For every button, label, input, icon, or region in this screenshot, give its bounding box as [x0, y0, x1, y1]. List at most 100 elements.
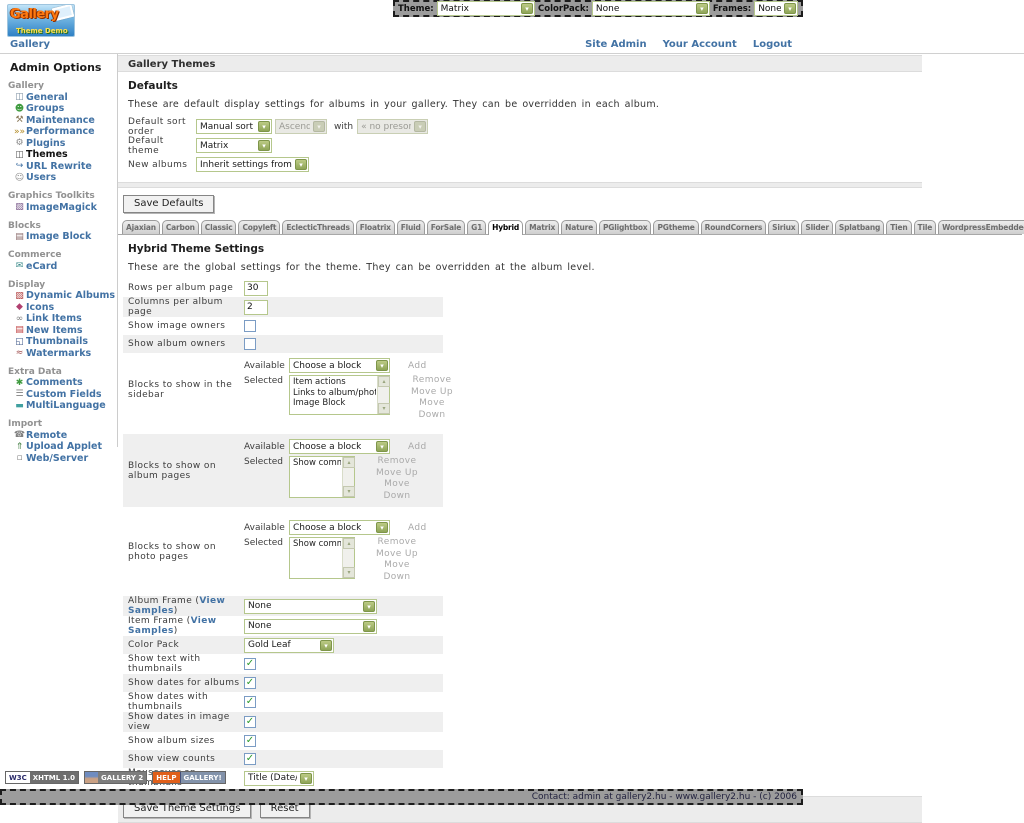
show-text-thumbs-checkbox[interactable]: ✓ — [244, 658, 256, 670]
rows-per-page-input[interactable] — [244, 281, 268, 296]
new-albums-label: New albums — [128, 160, 196, 170]
sidebar-item-maintenance[interactable]: ⚒Maintenance — [0, 115, 117, 127]
tab-splatbang[interactable]: Splatbang — [835, 220, 884, 234]
blocks-sidebar-selected-list[interactable]: Item actionsLinks to album/photo peersIm… — [289, 375, 390, 415]
sidebar-item-dynamic-albums[interactable]: ▧Dynamic Albums — [0, 291, 117, 303]
show-image-owners-checkbox[interactable] — [244, 320, 256, 332]
sidebar-item-new-items[interactable]: ▤New Items — [0, 325, 117, 337]
help-gallery-badge[interactable]: HELP GALLERY! — [152, 771, 225, 784]
sidebar-item-plugins[interactable]: ⚙Plugins — [0, 138, 117, 150]
scroll-down-icon[interactable]: ▾ — [343, 486, 355, 497]
tab-eclecticthreads[interactable]: EclecticThreads — [282, 220, 353, 234]
sidebar-item-performance[interactable]: »»Performance — [0, 127, 117, 139]
sidebar-item-icons[interactable]: ◆Icons — [0, 302, 117, 314]
tab-roundcorners[interactable]: RoundCorners — [701, 220, 767, 234]
sidebar-item-web-server[interactable]: ▫Web/Server — [0, 453, 117, 465]
color-pack-select[interactable]: Gold Leaf ▾ — [244, 638, 334, 653]
tab-slider[interactable]: Slider — [801, 220, 833, 234]
show-dates-thumbs-checkbox[interactable]: ✓ — [244, 696, 256, 708]
tab-tile[interactable]: Tile — [914, 220, 937, 234]
tab-matrix[interactable]: Matrix — [525, 220, 559, 234]
tab-pgtheme[interactable]: PGtheme — [653, 220, 698, 234]
sidebar-item-general[interactable]: ◫General — [0, 92, 117, 104]
tab-copyleft[interactable]: Copyleft — [238, 220, 280, 234]
sidebar-item-image-block[interactable]: ▤Image Block — [0, 232, 117, 244]
mouseover-select[interactable]: Title (Date/Time) ▾ — [244, 771, 314, 786]
color-pack-label: Color Pack — [123, 640, 244, 650]
tab-tien[interactable]: Tien — [886, 220, 911, 234]
tab-wordpressembedded[interactable]: WordpressEmbedded — [938, 220, 1024, 234]
list-option[interactable]: Show comments — [291, 458, 341, 469]
tab-nature[interactable]: Nature — [561, 220, 597, 234]
sidebar-item-watermarks[interactable]: ≈Watermarks — [0, 348, 117, 360]
gallery-logo[interactable]: Gallery Theme Demo — [7, 4, 75, 37]
list-option[interactable]: Show comments — [291, 539, 341, 550]
sort-order-select[interactable]: Manual sort order ▾ — [196, 119, 272, 134]
scroll-up-icon[interactable]: ▴ — [378, 376, 390, 387]
default-theme-select[interactable]: Matrix ▾ — [196, 138, 272, 153]
save-defaults-button[interactable]: Save Defaults — [123, 195, 214, 213]
gallery2-badge[interactable]: GALLERY 2 — [84, 771, 147, 784]
w3c-xhtml-badge[interactable]: W3C XHTML 1.0 — [5, 771, 79, 784]
tab-fluid[interactable]: Fluid — [397, 220, 425, 234]
tab-ajaxian[interactable]: Ajaxian — [122, 220, 160, 234]
scrollbar[interactable]: ▴ ▾ — [342, 538, 354, 578]
show-view-counts-checkbox[interactable]: ✓ — [244, 753, 256, 765]
blocks-photo-selected-list[interactable]: Show comments ▴ ▾ — [289, 537, 355, 579]
sidebar-item-ecard[interactable]: ✉eCard — [0, 261, 117, 273]
tab-carbon[interactable]: Carbon — [162, 220, 199, 234]
sidebar-item-upload-applet[interactable]: ⇑Upload Applet — [0, 442, 117, 454]
show-dates-image-checkbox[interactable]: ✓ — [244, 716, 256, 728]
header-link[interactable]: Site Admin — [585, 39, 647, 50]
blocks-album-selected-list[interactable]: Show comments ▴ ▾ — [289, 456, 355, 498]
blocks-album-available-select[interactable]: Choose a block ▾ — [289, 439, 390, 454]
breadcrumb-gallery-link[interactable]: Gallery — [10, 39, 50, 50]
list-option[interactable]: Item actions — [291, 377, 376, 388]
sidebar-item-users[interactable]: ☺Users — [0, 173, 117, 185]
sidebar-item-remote[interactable]: ☎Remote — [0, 430, 117, 442]
tab-pglightbox[interactable]: PGlightbox — [599, 220, 651, 234]
scroll-down-icon[interactable]: ▾ — [343, 567, 355, 578]
scroll-up-icon[interactable]: ▴ — [343, 457, 355, 468]
tab-g1[interactable]: G1 — [467, 220, 486, 234]
scrollbar[interactable]: ▴ ▾ — [342, 457, 354, 497]
image-block-icon: ▤ — [13, 232, 26, 242]
sidebar-item-link-items[interactable]: ∞Link Items — [0, 314, 117, 326]
list-option[interactable]: Image Block — [291, 398, 376, 409]
sidebar-item-custom-fields[interactable]: ☰Custom Fields — [0, 389, 117, 401]
sidebar-item-imagemagick[interactable]: ▨ImageMagick — [0, 202, 117, 214]
scroll-down-icon[interactable]: ▾ — [378, 403, 390, 414]
cols-per-page-input[interactable] — [244, 300, 268, 315]
theme-select[interactable]: Matrix ▾ — [437, 1, 535, 16]
frames-select[interactable]: None ▾ — [754, 1, 798, 16]
header-link[interactable]: Your Account — [663, 39, 737, 50]
show-dates-albums-checkbox[interactable]: ✓ — [244, 677, 256, 689]
colorpack-select[interactable]: None ▾ — [592, 1, 710, 16]
sidebar-item-thumbnails[interactable]: ◱Thumbnails — [0, 337, 117, 349]
show-album-owners-row: Show album owners — [123, 335, 443, 353]
sidebar-item-comments[interactable]: ✱Comments — [0, 378, 117, 390]
sidebar-item-multilanguage[interactable]: ▬MultiLanguage — [0, 401, 117, 413]
tab-forsale[interactable]: ForSale — [427, 220, 465, 234]
show-album-owners-checkbox[interactable] — [244, 338, 256, 350]
album-frame-select[interactable]: None ▾ — [244, 599, 377, 614]
tab-classic[interactable]: Classic — [201, 220, 237, 234]
sidebar-section-label: Graphics Toolkits — [8, 191, 117, 201]
tab-siriux[interactable]: Siriux — [768, 220, 799, 234]
header-link[interactable]: Logout — [753, 39, 792, 50]
list-option[interactable]: Links to album/photo peers — [291, 388, 376, 399]
tab-floatrix[interactable]: Floatrix — [356, 220, 395, 234]
admin-sidebar: Admin Options Gallery◫General☻Groups⚒Mai… — [0, 54, 118, 447]
scrollbar[interactable]: ▴ ▾ — [377, 376, 389, 414]
blocks-photo-available-select[interactable]: Choose a block ▾ — [289, 520, 390, 535]
chevron-down-icon: ▾ — [376, 522, 388, 533]
tab-hybrid[interactable]: Hybrid — [488, 220, 523, 235]
sidebar-item-url-rewrite[interactable]: ↪URL Rewrite — [0, 161, 117, 173]
item-frame-select[interactable]: None ▾ — [244, 619, 377, 634]
sidebar-item-groups[interactable]: ☻Groups — [0, 104, 117, 116]
show-album-sizes-checkbox[interactable]: ✓ — [244, 735, 256, 747]
new-albums-select[interactable]: Inherit settings from parent album ▾ — [196, 157, 309, 172]
sidebar-item-themes[interactable]: ◫Themes — [0, 150, 117, 162]
blocks-sidebar-available-select[interactable]: Choose a block ▾ — [289, 358, 390, 373]
scroll-up-icon[interactable]: ▴ — [343, 538, 355, 549]
